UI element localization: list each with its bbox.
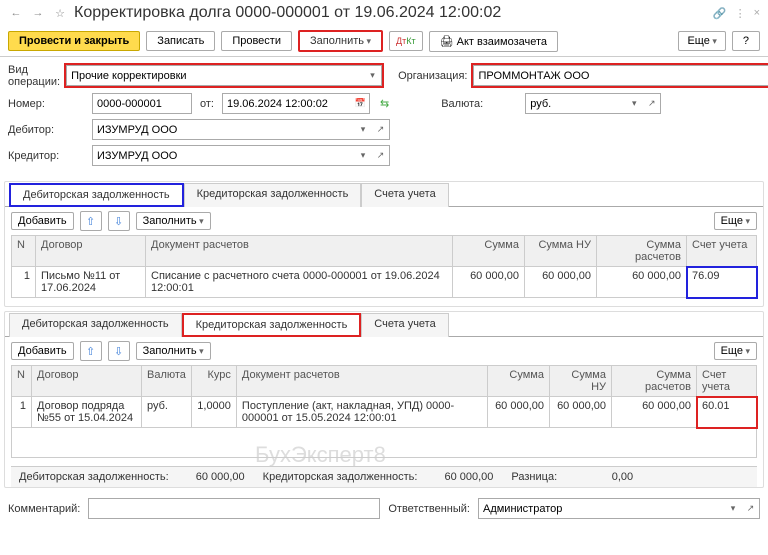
- star-icon[interactable]: ☆: [52, 5, 68, 21]
- debtor-label: Дебитор:: [8, 124, 88, 136]
- more-icon[interactable]: ⋮: [735, 7, 746, 20]
- table-fill-button[interactable]: Заполнить: [136, 212, 211, 230]
- org-select[interactable]: ▾ ↗: [471, 63, 768, 88]
- post-button[interactable]: Провести: [221, 31, 292, 51]
- col-rate: Курс: [191, 366, 236, 397]
- add-button-2[interactable]: Добавить: [11, 342, 74, 360]
- org-input[interactable]: [473, 65, 768, 86]
- org-label: Организация:: [388, 70, 467, 82]
- dropdown-icon[interactable]: ▾: [625, 93, 643, 114]
- refresh-icon[interactable]: ⇆: [380, 97, 389, 110]
- col-sumnu: Сумма НУ: [550, 366, 612, 397]
- dropdown-icon[interactable]: ▾: [364, 65, 382, 86]
- tab-accounts-2[interactable]: Счета учета: [361, 313, 448, 337]
- op-type-input[interactable]: [66, 65, 364, 86]
- sum-cred: 60 000,00: [423, 471, 493, 483]
- open-icon[interactable]: ↗: [643, 93, 661, 114]
- table-more-button[interactable]: Еще: [714, 212, 757, 230]
- sum-cred-label: Кредиторская задолженность:: [263, 471, 418, 483]
- table-row[interactable]: 1 Договор подряда №55 от 15.04.2024 руб.…: [12, 397, 757, 428]
- tab-credit-2[interactable]: Кредиторская задолженность: [182, 313, 362, 337]
- col-sum: Сумма: [453, 236, 525, 267]
- col-n: N: [12, 366, 32, 397]
- fill-button[interactable]: Заполнить: [298, 30, 383, 52]
- date-input[interactable]: [222, 93, 352, 114]
- more-button[interactable]: Еще: [678, 31, 725, 51]
- col-contract: Договор: [36, 236, 146, 267]
- comment-label: Комментарий:: [8, 503, 80, 515]
- add-button[interactable]: Добавить: [11, 212, 74, 230]
- comment-input[interactable]: [88, 498, 380, 519]
- account-cell[interactable]: 76.09: [687, 267, 757, 298]
- tab-debit-2[interactable]: Дебиторская задолженность: [9, 313, 182, 337]
- back-icon[interactable]: ←: [8, 5, 24, 21]
- debtor-input[interactable]: [92, 119, 354, 140]
- help-button[interactable]: ?: [732, 31, 760, 51]
- col-doc: Документ расчетов: [146, 236, 453, 267]
- resp-select[interactable]: ▾ ↗: [478, 498, 760, 519]
- page-title: Корректировка долга 0000-000001 от 19.06…: [74, 4, 707, 22]
- col-acc: Счет учета: [697, 366, 757, 397]
- currency-label: Валюта:: [431, 98, 521, 110]
- creditor-label: Кредитор:: [8, 150, 88, 162]
- dropdown-icon[interactable]: ▾: [354, 119, 372, 140]
- sum-diff: 0,00: [563, 471, 633, 483]
- dropdown-icon[interactable]: ▾: [724, 498, 742, 519]
- calendar-icon[interactable]: 📅: [352, 93, 370, 114]
- move-up-button-2[interactable]: ⇧: [80, 341, 102, 361]
- debtor-select[interactable]: ▾ ↗: [92, 119, 390, 140]
- post-close-button[interactable]: Провести и закрыть: [8, 31, 140, 51]
- save-button[interactable]: Записать: [146, 31, 215, 51]
- table-more-button-2[interactable]: Еще: [714, 342, 757, 360]
- move-down-button-2[interactable]: ⇩: [108, 341, 130, 361]
- col-sumcalc: Сумма расчетов: [612, 366, 697, 397]
- currency-input[interactable]: [525, 93, 625, 114]
- col-cur: Валюта: [142, 366, 192, 397]
- sum-deb: 60 000,00: [175, 471, 245, 483]
- table-fill-button-2[interactable]: Заполнить: [136, 342, 211, 360]
- debit-table: N Договор Документ расчетов Сумма Сумма …: [11, 235, 757, 298]
- col-acc: Счет учета: [687, 236, 757, 267]
- col-n: N: [12, 236, 36, 267]
- date-input-group[interactable]: 📅: [222, 93, 370, 114]
- number-label: Номер:: [8, 98, 88, 110]
- move-down-button[interactable]: ⇩: [108, 211, 130, 231]
- credit-table: N Договор Валюта Курс Документ расчетов …: [11, 365, 757, 458]
- tab-credit[interactable]: Кредиторская задолженность: [184, 183, 362, 207]
- resp-input[interactable]: [478, 498, 724, 519]
- sum-diff-label: Разница:: [511, 471, 557, 483]
- resp-label: Ответственный:: [388, 503, 470, 515]
- date-label: от:: [196, 98, 218, 110]
- dtkt-button[interactable]: ДтКт: [389, 31, 423, 51]
- col-sumnu: Сумма НУ: [525, 236, 597, 267]
- table-row[interactable]: 1 Письмо №11 от 17.06.2024 Списание с ра…: [12, 267, 757, 298]
- col-doc: Документ расчетов: [236, 366, 487, 397]
- col-sumcalc: Сумма расчетов: [597, 236, 687, 267]
- currency-select[interactable]: ▾ ↗: [525, 93, 661, 114]
- open-icon[interactable]: ↗: [372, 145, 390, 166]
- tab-debit[interactable]: Дебиторская задолженность: [9, 183, 184, 207]
- number-input[interactable]: [92, 93, 192, 114]
- col-contract: Договор: [32, 366, 142, 397]
- forward-icon[interactable]: →: [30, 5, 46, 21]
- open-icon[interactable]: ↗: [372, 119, 390, 140]
- creditor-select[interactable]: ▾ ↗: [92, 145, 390, 166]
- close-icon[interactable]: ×: [754, 7, 760, 20]
- print-button[interactable]: 🖨 Акт взаимозачета: [429, 31, 558, 52]
- creditor-input[interactable]: [92, 145, 354, 166]
- sum-deb-label: Дебиторская задолженность:: [19, 471, 169, 483]
- dropdown-icon[interactable]: ▾: [354, 145, 372, 166]
- open-icon[interactable]: ↗: [742, 498, 760, 519]
- account-cell[interactable]: 60.01: [697, 397, 757, 428]
- op-type-label: Вид операции:: [8, 64, 60, 88]
- tab-accounts[interactable]: Счета учета: [361, 183, 448, 207]
- link-icon[interactable]: 🔗: [713, 7, 727, 20]
- move-up-button[interactable]: ⇧: [80, 211, 102, 231]
- col-sum: Сумма: [488, 366, 550, 397]
- op-type-select[interactable]: ▾: [64, 63, 384, 88]
- summary-bar: Дебиторская задолженность: 60 000,00 Кред…: [11, 466, 757, 487]
